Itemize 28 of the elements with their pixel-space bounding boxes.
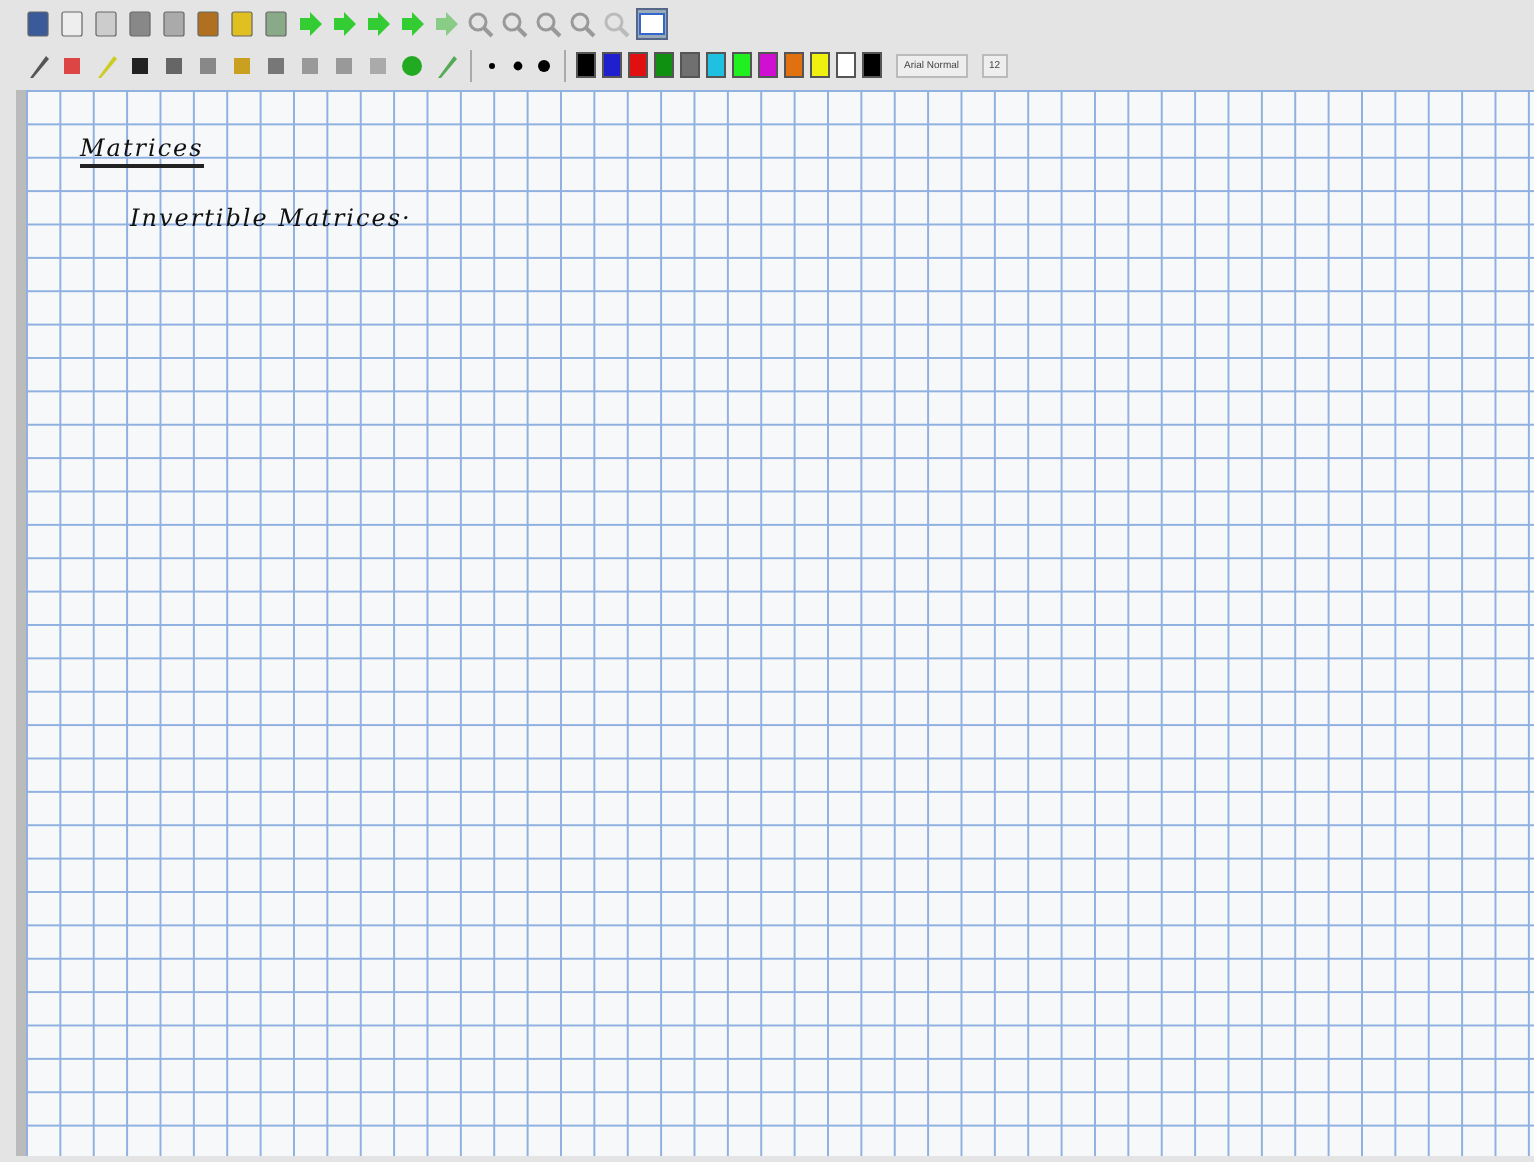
arrow-icon[interactable] [398, 9, 426, 37]
color-swatch[interactable] [862, 52, 882, 78]
color-swatch[interactable] [680, 52, 700, 78]
zoom-icon[interactable] [466, 9, 494, 37]
arrow-icon[interactable] [432, 9, 460, 37]
zoom-icon[interactable] [534, 9, 562, 37]
arrow-icon[interactable] [330, 9, 358, 37]
color-swatch[interactable] [784, 52, 804, 78]
color-swatch[interactable] [810, 52, 830, 78]
zoom-icon[interactable] [602, 9, 630, 37]
color-swatch[interactable] [836, 52, 856, 78]
color-swatch[interactable] [628, 52, 648, 78]
handwritten-note: Invertible Matrices· [130, 204, 412, 232]
color-swatch[interactable] [758, 52, 778, 78]
color-swatch[interactable] [706, 52, 726, 78]
arrow-icon[interactable] [364, 9, 392, 37]
color-swatch[interactable] [654, 52, 674, 78]
handwritten-note: Matrices [80, 134, 204, 168]
color-swatch[interactable] [732, 52, 752, 78]
scrollbar[interactable] [16, 90, 26, 1156]
arrow-icon[interactable] [296, 9, 324, 37]
brush-icon[interactable] [432, 51, 460, 79]
color-swatch[interactable] [576, 52, 596, 78]
color-swatch[interactable] [602, 52, 622, 78]
zoom-icon[interactable] [500, 9, 528, 37]
zoom-icon[interactable] [568, 9, 596, 37]
pen-icon[interactable] [24, 51, 52, 79]
window-icon[interactable] [636, 7, 668, 39]
